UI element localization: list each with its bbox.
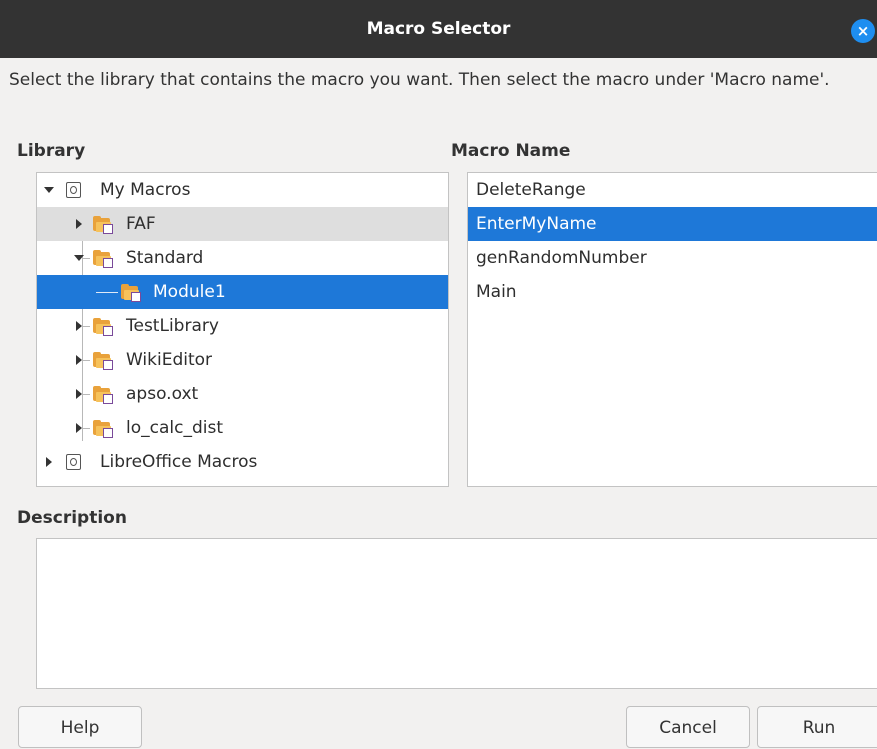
tree-item-label: lo_calc_dist [126, 418, 223, 438]
library-folder-icon [93, 420, 113, 438]
macro-container-icon [66, 454, 81, 470]
macro-item-entermyname[interactable]: EnterMyName [468, 207, 877, 241]
collapse-arrow-icon[interactable] [46, 457, 52, 467]
description-label: Description [17, 508, 127, 528]
tree-item-label: Standard [126, 248, 204, 268]
help-button[interactable]: Help [18, 706, 142, 748]
tree-item-apso-oxt[interactable]: apso.oxt [37, 377, 448, 411]
tree-item-label: Module1 [153, 282, 226, 302]
macro-container-icon [66, 182, 81, 198]
library-folder-icon [93, 318, 113, 336]
macro-item-deleterange[interactable]: DeleteRange [468, 173, 877, 207]
expand-arrow-icon[interactable] [74, 255, 84, 261]
expand-arrow-icon[interactable] [44, 187, 54, 193]
macro-item-genrandomnumber[interactable]: genRandomNumber [468, 241, 877, 275]
window-title: Macro Selector [366, 19, 511, 39]
module-folder-icon [121, 284, 141, 302]
tree-item-label: LibreOffice Macros [100, 452, 258, 472]
macro-name-label: Macro Name [451, 141, 571, 161]
tree-item-label: FAF [126, 214, 156, 234]
instructions-text: Select the library that contains the mac… [9, 70, 830, 90]
collapse-arrow-icon[interactable] [76, 355, 82, 365]
tree-item-my-macros[interactable]: My Macros [37, 173, 448, 207]
cancel-button[interactable]: Cancel [626, 706, 750, 748]
library-label: Library [17, 141, 86, 161]
collapse-arrow-icon[interactable] [76, 219, 82, 229]
library-folder-icon [93, 352, 113, 370]
tree-item-wikieditor[interactable]: WikiEditor [37, 343, 448, 377]
description-text [37, 539, 877, 551]
library-folder-icon [93, 386, 113, 404]
run-button[interactable]: Run [757, 706, 877, 748]
tree-item-libreoffice-macros[interactable]: LibreOffice Macros [37, 445, 448, 479]
library-tree[interactable]: My Macros FAF Standard Module1 TestLibra… [36, 172, 449, 487]
close-button[interactable]: × [851, 19, 875, 43]
tree-item-label: TestLibrary [126, 316, 219, 336]
library-folder-icon [93, 216, 113, 234]
tree-item-label: My Macros [100, 180, 191, 200]
tree-item-label: apso.oxt [126, 384, 199, 404]
library-folder-icon [93, 250, 113, 268]
description-box [36, 538, 877, 689]
tree-item-faf[interactable]: FAF [37, 207, 448, 241]
tree-guide-line [96, 292, 118, 293]
macro-name-list[interactable]: DeleteRange EnterMyName genRandomNumber … [467, 172, 877, 487]
close-icon: × [856, 22, 870, 40]
tree-item-module1[interactable]: Module1 [37, 275, 448, 309]
title-bar: Macro Selector × [0, 0, 877, 58]
tree-item-standard[interactable]: Standard [37, 241, 448, 275]
collapse-arrow-icon[interactable] [76, 423, 82, 433]
collapse-arrow-icon[interactable] [76, 389, 82, 399]
tree-item-lo-calc-dist[interactable]: lo_calc_dist [37, 411, 448, 445]
macro-item-main[interactable]: Main [468, 275, 877, 309]
tree-item-testlibrary[interactable]: TestLibrary [37, 309, 448, 343]
collapse-arrow-icon[interactable] [76, 321, 82, 331]
tree-item-label: WikiEditor [126, 350, 213, 370]
